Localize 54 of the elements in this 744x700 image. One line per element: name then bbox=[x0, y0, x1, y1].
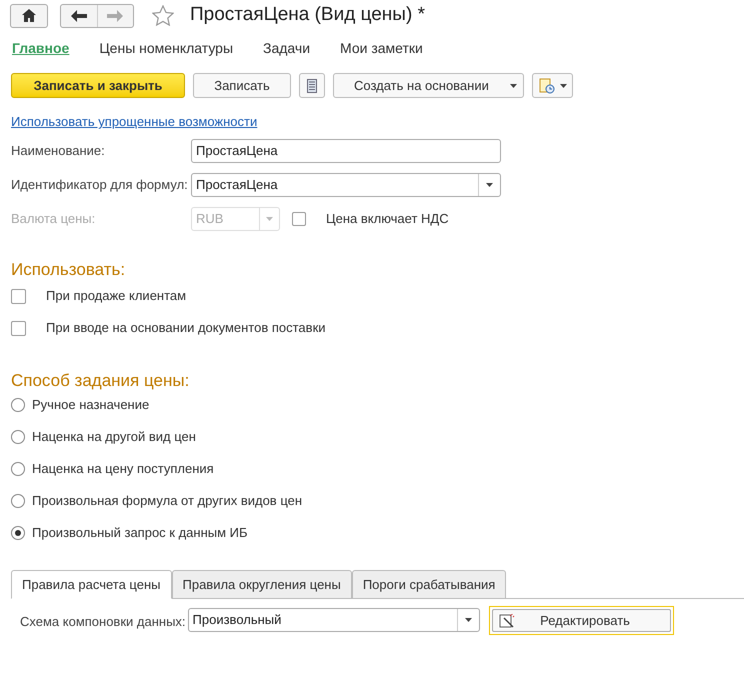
create-based-button[interactable]: Создать на основании bbox=[333, 73, 524, 98]
save-button[interactable]: Записать bbox=[193, 73, 291, 98]
checkbox-label: Цена включает НДС bbox=[326, 210, 449, 228]
checkbox[interactable] bbox=[11, 288, 26, 304]
home-icon bbox=[22, 9, 36, 22]
tab[interactable]: Пороги срабатывания bbox=[352, 570, 506, 599]
caret-icon bbox=[486, 183, 493, 187]
nav-tab[interactable]: Цены номенклатуры bbox=[99, 38, 234, 58]
radio-button[interactable] bbox=[11, 398, 25, 412]
radio-label: Наценка на другой вид цен bbox=[32, 428, 196, 446]
reports-button[interactable] bbox=[532, 73, 573, 98]
checkbox-label: При вводе на основании документов поставки bbox=[46, 319, 326, 338]
tab[interactable]: Правила округления цены bbox=[172, 570, 352, 599]
nav-tab[interactable]: Мои заметки bbox=[340, 38, 423, 58]
caret-icon bbox=[266, 217, 273, 221]
radio-label: Произвольный запрос к данным ИБ bbox=[32, 524, 248, 542]
arrow-right-icon bbox=[107, 10, 124, 22]
checkbox-label: При продаже клиентам bbox=[46, 287, 186, 306]
radio-label: Ручное назначение bbox=[32, 396, 150, 414]
radio-button[interactable] bbox=[11, 430, 25, 444]
document-clock-icon bbox=[538, 78, 554, 94]
section-title: Способ задания цены: bbox=[10, 370, 190, 390]
radio-label: Наценка на цену поступления bbox=[32, 460, 214, 478]
radio-label: Произвольная формула от других видов цен bbox=[32, 492, 302, 510]
field-label: Валюта цены: bbox=[11, 210, 96, 228]
arrow-left-icon bbox=[70, 10, 87, 22]
magic-pencil-icon bbox=[498, 612, 515, 628]
tab[interactable]: Правила расчета цены bbox=[11, 570, 172, 599]
field-label: Наименование: bbox=[11, 142, 106, 160]
list-icon bbox=[307, 78, 317, 92]
home-button[interactable] bbox=[10, 4, 48, 28]
window-title: ПростаяЦена (Вид цены) * bbox=[190, 3, 425, 28]
field-label: Идентификатор для формул: bbox=[11, 176, 189, 194]
caret-icon bbox=[464, 618, 472, 622]
radio-button[interactable] bbox=[11, 494, 25, 508]
radio-button[interactable] bbox=[11, 526, 25, 540]
caret-icon bbox=[560, 84, 566, 88]
simplified-features-link[interactable]: Использовать упрощенные возможности bbox=[11, 114, 258, 129]
save-and-close-button[interactable]: Записать и закрыть bbox=[11, 73, 185, 98]
caret-icon bbox=[510, 84, 517, 88]
input-field[interactable]: ПростаяЦена bbox=[191, 139, 501, 163]
list-button[interactable] bbox=[299, 73, 325, 98]
input-field[interactable]: Произвольный bbox=[188, 608, 480, 632]
field-value: Произвольный bbox=[192, 611, 282, 630]
radio-button[interactable] bbox=[11, 462, 25, 476]
field-value: ПростаяЦена bbox=[195, 176, 279, 194]
input-field[interactable]: ПростаяЦена bbox=[191, 173, 501, 197]
section-title: Использовать: bbox=[10, 259, 126, 279]
edit-button[interactable]: Редактировать bbox=[488, 606, 674, 635]
nav-tab[interactable]: Задачи bbox=[263, 38, 310, 58]
star-icon[interactable] bbox=[152, 5, 174, 26]
field-label: Схема компоновки данных: bbox=[20, 613, 186, 631]
field-value: ПростаяЦена bbox=[195, 142, 279, 160]
checkbox[interactable] bbox=[11, 320, 26, 336]
